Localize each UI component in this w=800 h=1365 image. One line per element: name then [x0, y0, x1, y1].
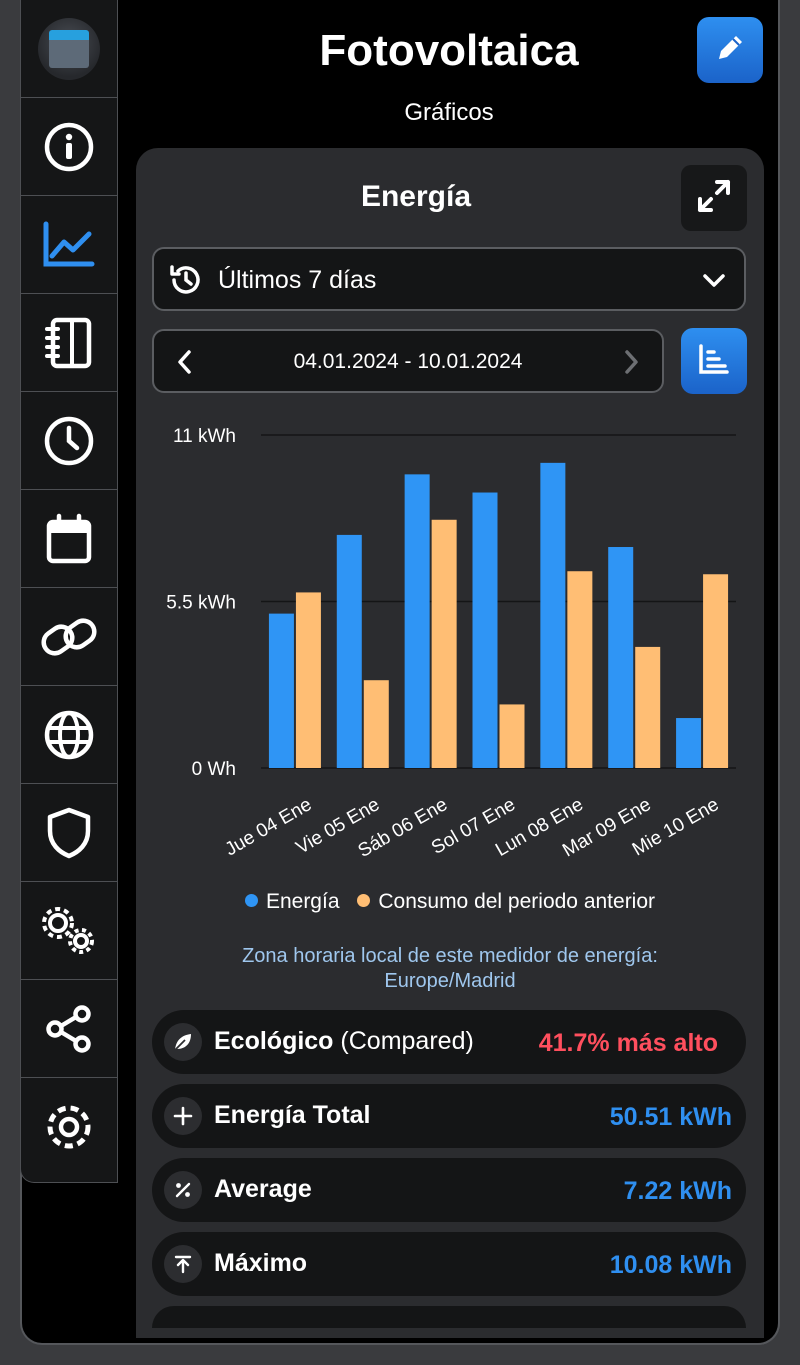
fullscreen-button[interactable]	[681, 165, 747, 231]
percent-icon	[164, 1171, 202, 1209]
sidebar-item-share[interactable]	[21, 980, 117, 1078]
y-tick-label: 5.5 kWh	[166, 593, 236, 614]
timezone-value: Europe/Madrid	[384, 970, 516, 992]
max-icon	[164, 1245, 202, 1283]
settings-icon	[42, 1100, 96, 1154]
notebook-icon	[44, 317, 94, 369]
stat-value: 50.51 kWh	[609, 1103, 732, 1131]
bar-energy	[404, 474, 430, 768]
stat-minimo-partial[interactable]	[152, 1306, 746, 1328]
legend-item-previous[interactable]: Consumo del periodo anterior	[357, 890, 655, 913]
bar-energy	[268, 613, 294, 768]
sidebar-item-device[interactable]	[21, 0, 117, 98]
y-tick-label: 11 kWh	[173, 426, 236, 447]
stat-name: Energía Total	[214, 1101, 371, 1129]
stat-ecologico[interactable]: Ecológico (Compared) 41.7% más alto	[152, 1010, 746, 1074]
time-range-value: Últimos 7 días	[218, 266, 377, 294]
bar-previous-period	[635, 646, 661, 768]
leaf-icon	[164, 1023, 202, 1061]
link-icon	[39, 612, 99, 662]
expand-icon	[696, 178, 732, 219]
bar-previous-period	[295, 592, 321, 768]
card-title: Energía	[360, 180, 472, 213]
energy-bar-chart: 0 Wh5.5 kWh11 kWhJue 04 EneVie 05 EneSáb…	[166, 426, 736, 862]
chevron-down-icon	[700, 267, 728, 300]
chevron-right-icon[interactable]	[618, 348, 644, 381]
clock-icon	[43, 415, 95, 467]
sidebar-item-network[interactable]	[21, 686, 117, 784]
stat-name: Máximo	[214, 1249, 308, 1277]
chart-legend: Energía Consumo del periodo anterior	[136, 890, 764, 914]
share-icon	[44, 1004, 94, 1054]
bar-previous-period	[499, 704, 525, 768]
pencil-icon	[713, 31, 747, 70]
stat-average[interactable]: Average 7.22 kWh	[152, 1158, 746, 1222]
edit-button[interactable]	[697, 17, 763, 83]
date-range: 04.01.2024 - 10.01.2024	[293, 350, 523, 373]
date-navigator: 04.01.2024 - 10.01.2024	[152, 329, 664, 393]
legend-label-previous: Consumo del periodo anterior	[378, 890, 656, 913]
page-title: Fotovoltaica	[319, 26, 579, 75]
sidebar-item-info[interactable]	[21, 98, 117, 196]
page-subtitle: Gráficos	[404, 99, 494, 126]
stat-value: 10.08 kWh	[609, 1251, 732, 1279]
plus-icon	[164, 1097, 202, 1135]
info-icon	[43, 121, 95, 173]
stat-value: 7.22 kWh	[623, 1177, 732, 1205]
bar-energy	[608, 547, 634, 768]
bar-previous-period	[431, 519, 457, 768]
shield-icon	[45, 806, 93, 860]
legend-item-energy[interactable]: Energía	[244, 890, 340, 913]
bar-previous-period	[703, 574, 729, 768]
sidebar-item-graphs[interactable]	[21, 196, 117, 294]
bar-energy	[472, 492, 498, 768]
stat-maximo[interactable]: Máximo 10.08 kWh	[152, 1232, 746, 1296]
calendar-icon	[45, 513, 93, 565]
timezone-note: Zona horaria local de este medidor de en…	[136, 944, 764, 994]
sidebar-item-schedule[interactable]	[21, 392, 117, 490]
bar-previous-period	[567, 571, 593, 768]
sidebar-item-settings[interactable]	[21, 1078, 117, 1176]
y-tick-label: 0 Wh	[192, 759, 236, 780]
sidebar	[20, 0, 118, 1183]
stat-name: Ecológico (Compared)	[214, 1027, 474, 1055]
stat-name: Average	[214, 1175, 312, 1203]
legend-label-energy: Energía	[265, 890, 340, 913]
chart-line-icon	[42, 220, 96, 270]
chart-type-button[interactable]	[681, 328, 747, 394]
stat-energia-total[interactable]: Energía Total 50.51 kWh	[152, 1084, 746, 1148]
timezone-label: Zona horaria local de este medidor de en…	[242, 945, 658, 967]
sidebar-item-advanced[interactable]	[21, 882, 117, 980]
sidebar-item-calendar[interactable]	[21, 490, 117, 588]
legend-dot-previous	[357, 894, 371, 907]
sidebar-item-link[interactable]	[21, 588, 117, 686]
bar-energy	[540, 462, 566, 768]
stat-value: 41.7% más alto	[538, 1029, 718, 1057]
history-icon	[168, 262, 204, 303]
legend-dot-energy	[244, 894, 258, 907]
bar-previous-period	[363, 680, 389, 768]
bar-chart-icon	[697, 342, 731, 381]
time-range-select[interactable]: Últimos 7 días	[152, 247, 746, 311]
gears-icon	[38, 903, 100, 959]
device-thumbnail	[38, 17, 100, 80]
bar-energy	[676, 718, 702, 768]
sidebar-item-notebook[interactable]	[21, 294, 117, 392]
sidebar-item-security[interactable]	[21, 784, 117, 882]
globe-icon	[43, 709, 95, 761]
bar-energy	[336, 534, 362, 768]
